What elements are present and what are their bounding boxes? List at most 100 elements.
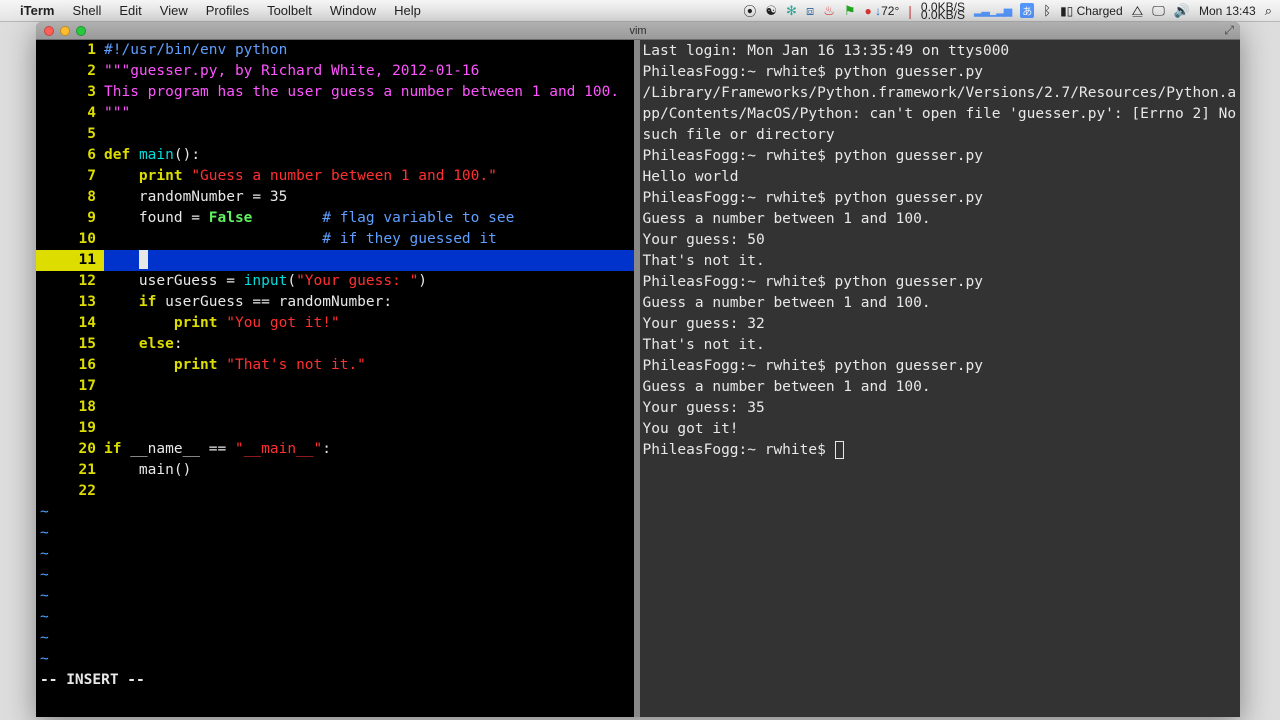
shell-line: Last login: Mon Jan 16 13:35:49 on ttys0… bbox=[643, 41, 1241, 62]
vim-tilde: ~ bbox=[36, 502, 634, 523]
menu-toolbelt[interactable]: Toolbelt bbox=[267, 3, 312, 18]
shell-line: That's not it. bbox=[643, 251, 1241, 272]
code-text: print "Guess a number between 1 and 100.… bbox=[104, 166, 634, 187]
battery-status[interactable]: ▮▯ Charged bbox=[1060, 4, 1123, 18]
line-number: 8 bbox=[36, 187, 104, 208]
iterm-window: vim ⤢ 1#!/usr/bin/env python2"""guesser.… bbox=[36, 22, 1240, 717]
vim-line: 4""" bbox=[36, 103, 634, 124]
shell-line: PhileasFogg:~ rwhite$ python guesser.py bbox=[643, 272, 1241, 293]
code-text: """guesser.py, by Richard White, 2012-01… bbox=[104, 61, 634, 82]
code-text: if __name__ == "__main__": bbox=[104, 439, 634, 460]
vim-tilde: ~ bbox=[36, 544, 634, 565]
menu-profiles[interactable]: Profiles bbox=[206, 3, 249, 18]
vim-cursor bbox=[139, 250, 148, 269]
vim-line: 18 bbox=[36, 397, 634, 418]
line-number: 18 bbox=[36, 397, 104, 418]
vim-tilde: ~ bbox=[36, 565, 634, 586]
line-number: 13 bbox=[36, 292, 104, 313]
code-text: def main(): bbox=[104, 145, 634, 166]
vim-line: 22 bbox=[36, 481, 634, 502]
fan-icon[interactable]: ✻ bbox=[786, 3, 797, 19]
shell-line: Guess a number between 1 and 100. bbox=[643, 209, 1241, 230]
code-text: print "You got it!" bbox=[104, 313, 634, 334]
line-number: 10 bbox=[36, 229, 104, 250]
sync-icon[interactable]: ☯ bbox=[765, 3, 777, 19]
line-number: 22 bbox=[36, 481, 104, 502]
vim-tilde: ~ bbox=[36, 523, 634, 544]
code-text: else: bbox=[104, 334, 634, 355]
vim-line: 11 bbox=[36, 250, 634, 271]
vim-tilde: ~ bbox=[36, 649, 634, 670]
code-text bbox=[104, 481, 634, 502]
expand-icon[interactable]: ⤢ bbox=[1224, 23, 1234, 38]
code-text bbox=[104, 250, 634, 271]
menu-view[interactable]: View bbox=[160, 3, 188, 18]
code-text: userGuess = input("Your guess: ") bbox=[104, 271, 634, 292]
vim-pane[interactable]: 1#!/usr/bin/env python2"""guesser.py, by… bbox=[36, 40, 634, 717]
shell-line: Your guess: 35 bbox=[643, 398, 1241, 419]
vim-line: 17 bbox=[36, 376, 634, 397]
record-icon[interactable]: ⦿ bbox=[743, 1, 756, 20]
vim-status: -- INSERT -- bbox=[36, 670, 634, 691]
line-number: 17 bbox=[36, 376, 104, 397]
flag-icon[interactable]: ⚑ bbox=[844, 3, 856, 19]
volume-icon[interactable]: 🔊 bbox=[1174, 3, 1190, 19]
code-text: main() bbox=[104, 460, 634, 481]
vim-tilde: ~ bbox=[36, 628, 634, 649]
code-text bbox=[104, 397, 634, 418]
menu-edit[interactable]: Edit bbox=[119, 3, 141, 18]
divider: | bbox=[908, 3, 912, 19]
menu-app[interactable]: iTerm bbox=[20, 3, 54, 18]
flame-icon[interactable]: ♨ bbox=[823, 3, 835, 19]
vim-line: 7 print "Guess a number between 1 and 10… bbox=[36, 166, 634, 187]
shell-line: /Library/Frameworks/Python.framework/Ver… bbox=[643, 83, 1241, 146]
line-number: 9 bbox=[36, 208, 104, 229]
wifi-icon[interactable]: ⧋ bbox=[1132, 3, 1144, 19]
menu-window[interactable]: Window bbox=[330, 3, 376, 18]
shell-line: PhileasFogg:~ rwhite$ python guesser.py bbox=[643, 62, 1241, 83]
menu-help[interactable]: Help bbox=[394, 3, 421, 18]
code-text: """ bbox=[104, 103, 634, 124]
display-icon[interactable]: 🖵 bbox=[1152, 3, 1165, 19]
shell-line: Your guess: 32 bbox=[643, 314, 1241, 335]
shell-line: Hello world bbox=[643, 167, 1241, 188]
menubar-right: ⦿ ☯ ✻ ⧈ ♨ ⚑ ● ↓72° | 0.0KB/S0.0KB/S ▂▃▁▂… bbox=[743, 1, 1272, 20]
vim-line: 13 if userGuess == randomNumber: bbox=[36, 292, 634, 313]
code-text: #!/usr/bin/env python bbox=[104, 40, 634, 61]
activity-bars[interactable]: ▂▃▁▂▅ bbox=[974, 4, 1011, 17]
net-speed[interactable]: 0.0KB/S0.0KB/S bbox=[921, 3, 965, 19]
code-text bbox=[104, 124, 634, 145]
line-number: 16 bbox=[36, 355, 104, 376]
window-title: vim bbox=[629, 25, 646, 37]
line-number: 2 bbox=[36, 61, 104, 82]
line-number: 3 bbox=[36, 82, 104, 103]
line-number: 7 bbox=[36, 166, 104, 187]
minimize-button[interactable] bbox=[60, 26, 70, 36]
line-number: 21 bbox=[36, 460, 104, 481]
code-text: randomNumber = 35 bbox=[104, 187, 634, 208]
spotlight-icon[interactable]: ⌕ bbox=[1265, 3, 1272, 19]
keyboard-input-icon[interactable]: あ bbox=[1020, 3, 1034, 18]
shell-cursor bbox=[835, 441, 844, 459]
vim-line: 14 print "You got it!" bbox=[36, 313, 634, 334]
temp-widget[interactable]: ● ↓72° bbox=[865, 4, 900, 18]
zoom-button[interactable] bbox=[76, 26, 86, 36]
code-text: found = False # flag variable to see bbox=[104, 208, 634, 229]
vim-line: 8 randomNumber = 35 bbox=[36, 187, 634, 208]
clock[interactable]: Mon 13:43 bbox=[1199, 4, 1256, 18]
shell-line: Your guess: 50 bbox=[643, 230, 1241, 251]
vim-line: 5 bbox=[36, 124, 634, 145]
menu-shell[interactable]: Shell bbox=[72, 3, 101, 18]
line-number: 11 bbox=[36, 250, 104, 271]
shell-pane[interactable]: Last login: Mon Jan 16 13:35:49 on ttys0… bbox=[634, 40, 1241, 717]
line-number: 19 bbox=[36, 418, 104, 439]
window-titlebar[interactable]: vim ⤢ bbox=[36, 22, 1240, 40]
shell-line: Guess a number between 1 and 100. bbox=[643, 293, 1241, 314]
vim-tilde: ~ bbox=[36, 586, 634, 607]
close-button[interactable] bbox=[44, 26, 54, 36]
bluetooth-icon[interactable]: ᛒ bbox=[1043, 3, 1051, 18]
shell-line: PhileasFogg:~ rwhite$ python guesser.py bbox=[643, 146, 1241, 167]
vim-line: 20if __name__ == "__main__": bbox=[36, 439, 634, 460]
dropbox-icon[interactable]: ⧈ bbox=[806, 3, 814, 19]
shell-line: You got it! bbox=[643, 419, 1241, 440]
